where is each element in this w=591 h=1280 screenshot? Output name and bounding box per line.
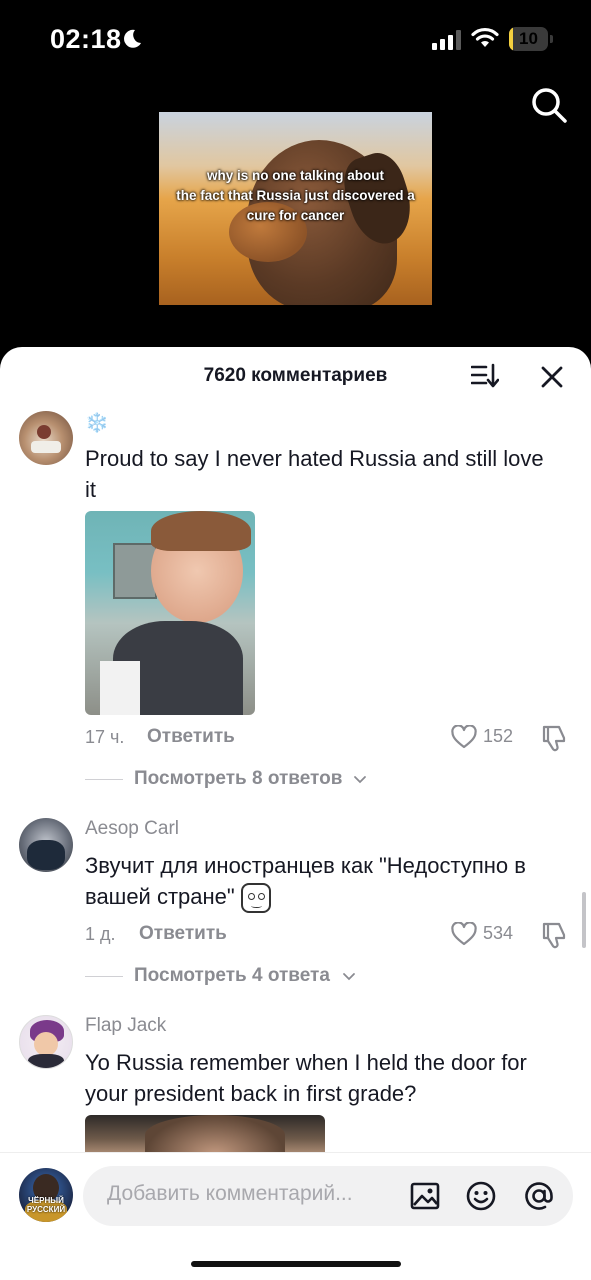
comment-text: Proud to say I never hated Russia and st… [85,446,544,502]
username-emoji[interactable]: ❄️ [85,411,109,435]
avatar[interactable] [19,1015,73,1069]
avatar[interactable] [19,411,73,465]
reply-button[interactable]: Ответить [147,726,235,748]
dislike-icon[interactable] [540,724,568,752]
comment-time: 1 д. [85,924,116,944]
mention-icon[interactable] [523,1180,555,1212]
video-caption: why is no one talking about the fact tha… [176,168,415,223]
wifi-icon [471,27,499,47]
emoji-icon[interactable] [465,1180,497,1212]
view-replies-label: Посмотреть 4 ответа [134,965,330,986]
comment-input-placeholder: Добавить комментарий... [107,1182,353,1205]
reply-button[interactable]: Ответить [139,923,227,945]
battery-indicator: 10 [509,27,553,51]
dislike-icon[interactable] [540,921,568,949]
comment-input-bar: ЧЁРНЫЙ РУССКИЙ Добавить комментарий... [0,1152,591,1280]
username[interactable]: Aesop Carl [85,818,179,840]
comment-time: 17 ч. [85,727,125,747]
chevron-down-icon [343,973,355,981]
avatar[interactable] [19,818,73,872]
view-replies-button[interactable]: Посмотреть 4 ответа [85,965,405,989]
view-replies-button[interactable]: Посмотреть 8 ответов [85,768,405,792]
heart-icon [451,725,477,749]
username[interactable]: Flap Jack [85,1015,166,1037]
search-icon[interactable] [530,86,568,124]
view-replies-label: Посмотреть 8 ответов [134,768,343,789]
moon-icon [124,29,141,48]
sort-icon[interactable] [471,363,499,389]
comments-sheet: 7620 комментариев ❄️ Proud to say I neve… [0,347,591,1280]
heart-icon [451,922,477,946]
status-bar: 02:18 10 [0,0,591,80]
comments-count-title: 7620 комментариев [203,365,388,386]
close-icon[interactable] [540,365,564,389]
status-time: 02:18 [50,24,122,54]
like-button[interactable]: 534 [451,922,521,948]
signal-icon [432,30,461,50]
chevron-down-icon [354,776,366,784]
comment-input[interactable]: Добавить комментарий... [83,1166,573,1226]
like-count: 534 [483,923,514,943]
comment-image[interactable] [85,1115,325,1155]
scrollbar[interactable] [582,892,586,948]
comment-text: Yo Russia remember when I held the door … [85,1050,527,1106]
battery-level: 10 [519,29,538,48]
like-button[interactable]: 152 [451,725,521,751]
image-icon[interactable] [409,1180,441,1212]
like-count: 152 [483,726,514,746]
comment-text: Звучит для иностранцев как "Недоступно в… [85,850,555,914]
emoji-sticker [240,883,271,914]
video-thumbnail[interactable]: why is no one talking about the fact tha… [159,112,432,305]
user-avatar[interactable]: ЧЁРНЫЙ РУССКИЙ [19,1168,73,1222]
comment-image[interactable] [85,511,255,715]
user-avatar-text: ЧЁРНЫЙ РУССКИЙ [26,1196,66,1214]
home-indicator[interactable] [191,1261,401,1267]
